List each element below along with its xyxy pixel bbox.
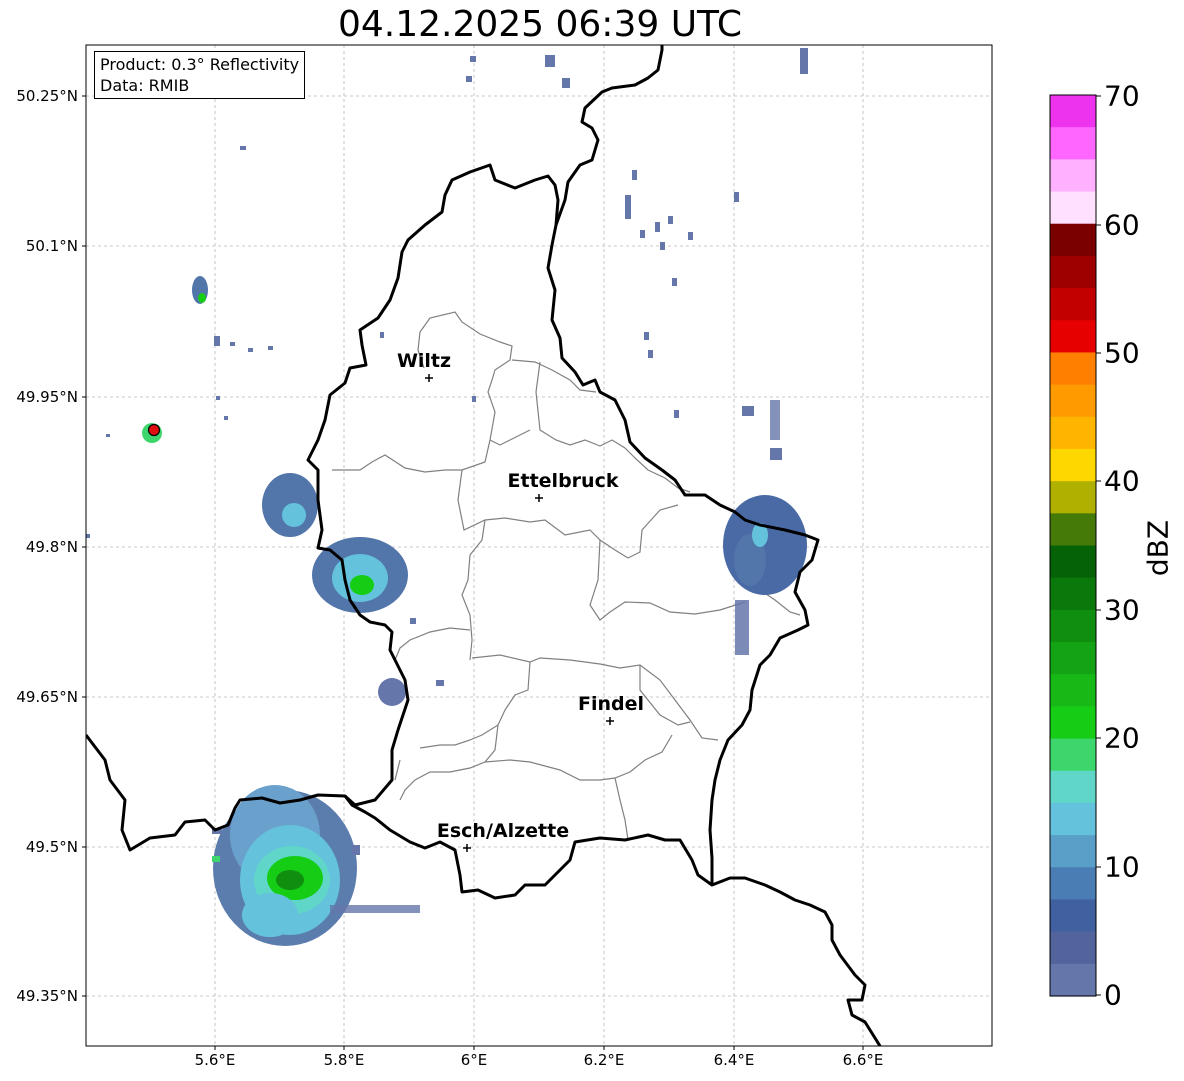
- colorbar-segment: [1050, 320, 1096, 354]
- colorbar-tick-label: 30: [1104, 593, 1140, 627]
- lat-tick-label: 49.95°N: [16, 388, 78, 406]
- lat-tick-label: 49.5°N: [25, 838, 78, 856]
- colorbar-segment: [1050, 963, 1096, 997]
- product-info-box: Product: 0.3° Reflectivity Data: RMIB: [94, 51, 306, 99]
- colorbar-label: dBZ: [1141, 519, 1175, 577]
- colorbar-segment: [1050, 931, 1096, 965]
- colorbar-tick-label: 60: [1104, 208, 1140, 242]
- data-source-label: Data: RMIB: [100, 76, 190, 95]
- colorbar-segment: [1050, 255, 1096, 289]
- colorbar-tick-label: 0: [1104, 978, 1122, 1012]
- map-content: [86, 45, 992, 1046]
- lon-tick-label: 5.6°E: [194, 1051, 236, 1069]
- city-label-findel: Findel: [577, 693, 645, 715]
- colorbar-segment: [1050, 835, 1096, 868]
- lat-tick-label: 49.35°N: [16, 987, 78, 1005]
- lat-tick-label: 50.1°N: [25, 237, 78, 255]
- colorbar-segment: [1050, 288, 1096, 321]
- colorbar-segment: [1050, 899, 1096, 933]
- colorbar-tick-label: 70: [1104, 79, 1140, 113]
- colorbar-segment: [1050, 223, 1096, 257]
- product-label: Product: 0.3° Reflectivity: [100, 55, 300, 74]
- colorbar-tick-label: 10: [1104, 850, 1140, 884]
- colorbar-tick-label: 50: [1104, 336, 1140, 370]
- colorbar-segment: [1050, 416, 1096, 450]
- lat-tick-label: 49.65°N: [16, 688, 78, 706]
- colorbar-segment: [1050, 674, 1096, 707]
- colorbar-segment: [1050, 770, 1096, 804]
- city-label-esch: Esch/Alzette: [436, 820, 570, 842]
- lon-tick-label: 5.8°E: [323, 1051, 365, 1069]
- colorbar-segment: [1050, 802, 1096, 836]
- radar-map[interactable]: [0, 0, 1184, 1081]
- colorbar-segment: [1050, 738, 1096, 772]
- lat-tick-label: 49.8°N: [25, 538, 78, 556]
- colorbar-segment: [1050, 352, 1096, 386]
- radar-echoes: [86, 48, 808, 946]
- colorbar-segment: [1050, 159, 1096, 193]
- colorbar-tick-label: 20: [1104, 721, 1140, 755]
- lon-tick-label: 6.4°E: [713, 1051, 755, 1069]
- colorbar-segment: [1050, 127, 1096, 160]
- colorbar-segment: [1050, 642, 1096, 675]
- colorbar-segment: [1050, 867, 1096, 901]
- colorbar-segment: [1050, 481, 1096, 514]
- lon-tick-label: 6.2°E: [583, 1051, 625, 1069]
- city-label-ettelbruck: Ettelbruck: [507, 470, 619, 492]
- colorbar: [1050, 95, 1096, 997]
- colorbar-segment: [1050, 706, 1096, 740]
- colorbar-tick-label: 40: [1104, 464, 1140, 498]
- colorbar-segment: [1050, 95, 1096, 128]
- colorbar-segment: [1050, 384, 1096, 418]
- colorbar-segment: [1050, 448, 1096, 482]
- colorbar-segment: [1050, 609, 1096, 643]
- lon-tick-label: 6.6°E: [842, 1051, 884, 1069]
- colorbar-segment: [1050, 191, 1096, 225]
- radar-site-marker: [147, 423, 161, 437]
- colorbar-segment: [1050, 513, 1096, 547]
- lat-tick-label: 50.25°N: [16, 87, 78, 105]
- lon-tick-label: 6°E: [460, 1051, 488, 1069]
- colorbar-tick-marks: [1096, 95, 1101, 996]
- city-label-wiltz: Wiltz: [396, 350, 452, 372]
- colorbar-segment: [1050, 545, 1096, 579]
- colorbar-segment: [1050, 577, 1096, 611]
